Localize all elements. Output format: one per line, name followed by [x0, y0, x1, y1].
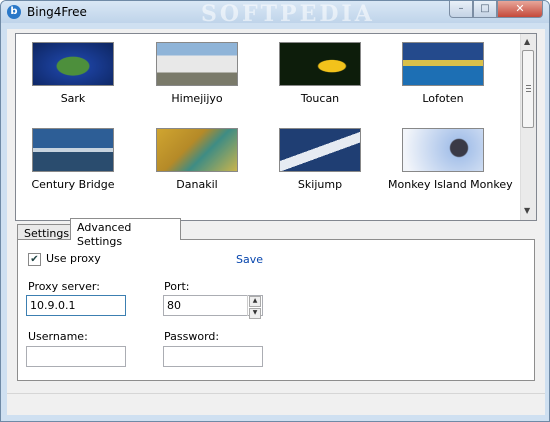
app-window: b Bing4Free SOFTPEDIA – □ ✕ Sark Himejij… — [0, 0, 550, 422]
proxy-server-input[interactable] — [26, 295, 126, 316]
grip-icon — [526, 88, 531, 89]
scroll-up-arrow-icon[interactable]: ▲ — [524, 37, 530, 46]
grip-icon — [526, 85, 531, 86]
gallery-caption: Skijump — [297, 178, 343, 191]
client-area: Sark Himejijyo Toucan Lofoten Century Br… — [7, 29, 545, 415]
skijump-photo-icon — [279, 128, 361, 172]
maximize-button[interactable]: □ — [473, 1, 497, 18]
tab-settings[interactable]: Settings — [17, 224, 71, 240]
gallery-item-lofoten[interactable]: Lofoten — [388, 42, 498, 105]
danakil-photo-icon — [156, 128, 238, 172]
advanced-settings-panel: ✔ Use proxy Save Proxy server: Port: ▲ ▼… — [17, 239, 535, 381]
gallery-caption: Toucan — [300, 92, 340, 105]
gallery-item-sark[interactable]: Sark — [18, 42, 128, 105]
password-input[interactable] — [163, 346, 263, 367]
gallery-caption: Monkey Island Monkey — [388, 178, 513, 191]
bridge-photo-icon — [32, 128, 114, 172]
wallpaper-gallery[interactable]: Sark Himejijyo Toucan Lofoten Century Br… — [15, 33, 537, 221]
gallery-caption: Danakil — [176, 178, 218, 191]
gallery-scrollbar[interactable]: ▲ ▼ — [520, 34, 536, 220]
use-proxy-checkbox[interactable]: ✔ — [28, 253, 41, 266]
softpedia-watermark: SOFTPEDIA — [201, 1, 375, 27]
gallery-caption: Himejijyo — [171, 92, 223, 105]
gallery-item-monkey-island-monkey[interactable]: Monkey Island Monkey — [388, 128, 513, 191]
grip-icon — [526, 91, 531, 92]
port-stepper[interactable]: ▲ ▼ — [247, 295, 262, 319]
proxy-server-label: Proxy server: — [28, 280, 100, 293]
gallery-item-skijump[interactable]: Skijump — [265, 128, 375, 191]
port-label: Port: — [164, 280, 190, 293]
save-link[interactable]: Save — [236, 253, 263, 266]
gallery-caption: Century Bridge — [31, 178, 115, 191]
gallery-item-danakil[interactable]: Danakil — [142, 128, 252, 191]
gallery-caption: Lofoten — [422, 92, 464, 105]
scroll-down-arrow-icon[interactable]: ▼ — [524, 206, 530, 215]
bing-app-icon: b — [7, 5, 21, 19]
password-label: Password: — [164, 330, 220, 343]
island-photo-icon — [32, 42, 114, 86]
window-title: Bing4Free — [27, 5, 87, 19]
title-bar[interactable]: b Bing4Free SOFTPEDIA – □ ✕ — [1, 1, 549, 27]
lofoten-photo-icon — [402, 42, 484, 86]
tab-advanced-settings[interactable]: Advanced Settings — [70, 218, 181, 248]
castle-photo-icon — [156, 42, 238, 86]
monkey-photo-icon — [402, 128, 484, 172]
gallery-item-century-bridge[interactable]: Century Bridge — [18, 128, 128, 191]
minimize-button[interactable]: – — [449, 1, 473, 18]
chevron-down-icon[interactable]: ▼ — [249, 308, 261, 319]
close-button[interactable]: ✕ — [497, 1, 543, 18]
scrollbar-thumb[interactable] — [522, 50, 534, 128]
use-proxy-label: Use proxy — [46, 252, 101, 265]
toucan-photo-icon — [279, 42, 361, 86]
status-bar — [7, 393, 545, 414]
username-label: Username: — [28, 330, 88, 343]
gallery-caption: Sark — [60, 92, 86, 105]
chevron-up-icon[interactable]: ▲ — [249, 296, 261, 307]
gallery-item-himejijyo[interactable]: Himejijyo — [142, 42, 252, 105]
username-input[interactable] — [26, 346, 126, 367]
gallery-item-toucan[interactable]: Toucan — [265, 42, 375, 105]
